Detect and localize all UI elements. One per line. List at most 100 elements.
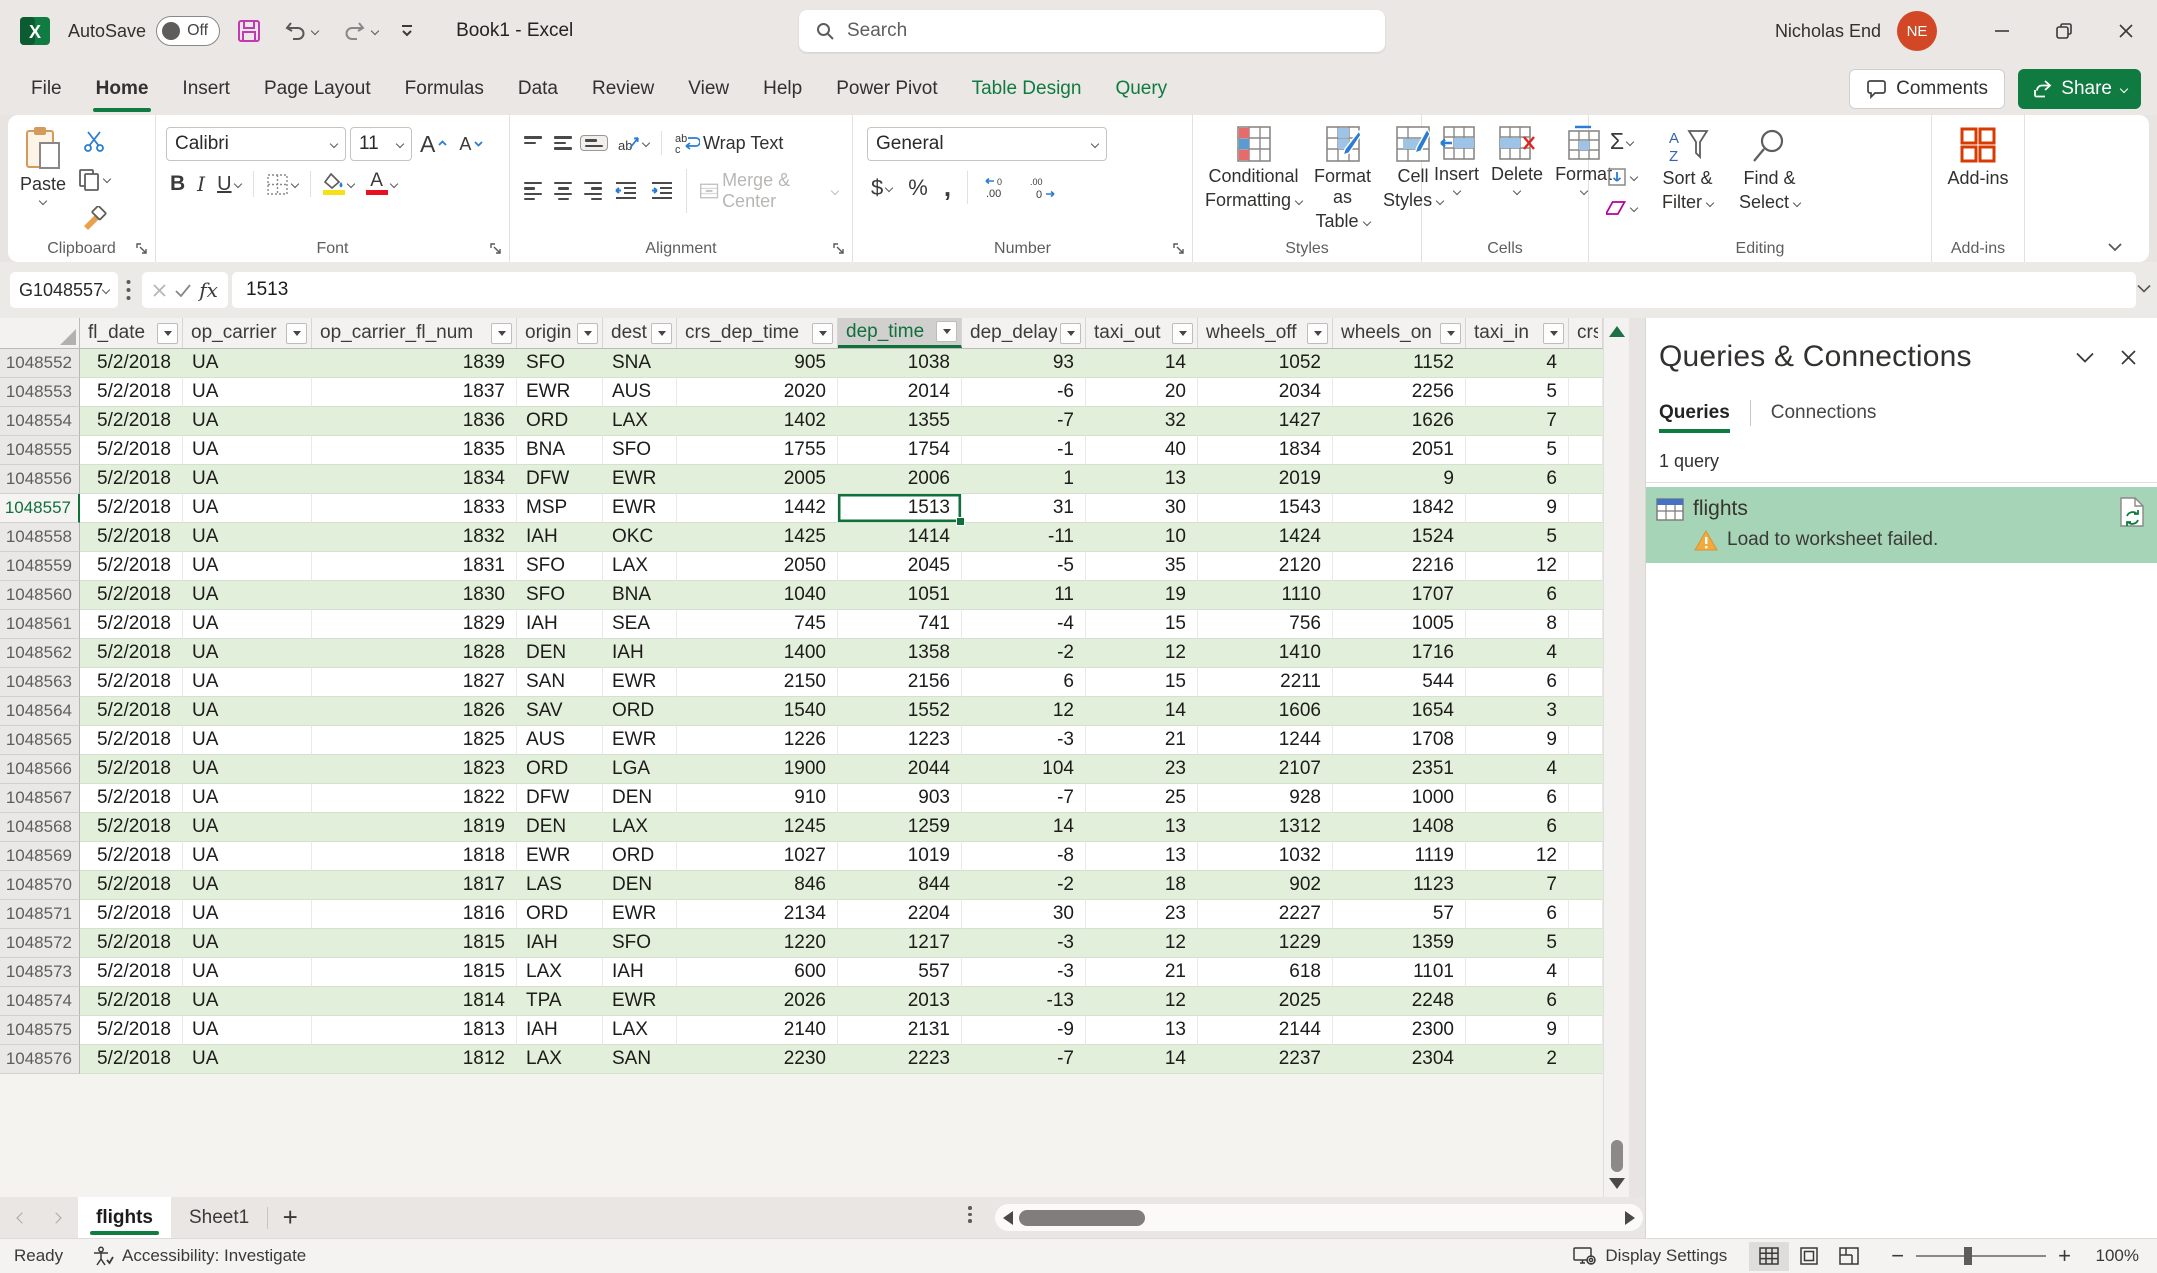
paste-button[interactable]: Paste xyxy=(14,123,72,236)
row-header-1048564[interactable]: 1048564 xyxy=(0,697,80,726)
cell-op_carrier-1048558[interactable]: UA xyxy=(183,523,312,552)
cell-origin-1048563[interactable]: SAN xyxy=(517,668,603,697)
select-all-corner[interactable] xyxy=(0,318,80,348)
italic-button[interactable]: I xyxy=(193,169,209,199)
cell-dest-1048562[interactable]: IAH xyxy=(603,639,677,668)
cell-crs_-1048569[interactable] xyxy=(1569,842,1603,871)
filter-button-origin[interactable] xyxy=(577,323,598,344)
cell-origin-1048573[interactable]: LAX xyxy=(517,958,603,987)
cell-taxi_out-1048570[interactable]: 18 xyxy=(1086,871,1198,900)
cell-crs_dep_time-1048562[interactable]: 1400 xyxy=(677,639,838,668)
cell-crs_dep_time-1048574[interactable]: 2026 xyxy=(677,987,838,1016)
cell-dep_delay-1048567[interactable]: -7 xyxy=(962,784,1086,813)
column-header-taxi_out[interactable]: taxi_out xyxy=(1086,318,1198,348)
cell-taxi_in-1048564[interactable]: 3 xyxy=(1466,697,1569,726)
bottom-align-button[interactable] xyxy=(580,135,608,151)
column-header-op_carrier_fl_num[interactable]: op_carrier_fl_num xyxy=(312,318,517,348)
undo-button[interactable] xyxy=(278,18,322,44)
cell-fl_date-1048572[interactable]: 5/2/2018 xyxy=(80,929,183,958)
increase-indent-button[interactable] xyxy=(646,178,678,204)
cell-dep_delay-1048576[interactable]: -7 xyxy=(962,1045,1086,1074)
sheet-tab-flights[interactable]: flights xyxy=(78,1197,171,1238)
cell-fl_date-1048564[interactable]: 5/2/2018 xyxy=(80,697,183,726)
font-color-button[interactable]: A xyxy=(362,170,401,198)
cell-dep_time-1048573[interactable]: 557 xyxy=(838,958,962,987)
orientation-dropdown-icon[interactable] xyxy=(642,139,650,147)
cell-dep_time-1048576[interactable]: 2223 xyxy=(838,1045,962,1074)
cell-op_carrier-1048560[interactable]: UA xyxy=(183,581,312,610)
cell-origin-1048564[interactable]: SAV xyxy=(517,697,603,726)
cell-op_carrier_fl_num-1048570[interactable]: 1817 xyxy=(312,871,517,900)
cell-crs_dep_time-1048567[interactable]: 910 xyxy=(677,784,838,813)
cell-wheels_off-1048554[interactable]: 1427 xyxy=(1198,407,1333,436)
cell-wheels_off-1048571[interactable]: 2227 xyxy=(1198,900,1333,929)
cell-dest-1048559[interactable]: LAX xyxy=(603,552,677,581)
cell-dep_delay-1048575[interactable]: -9 xyxy=(962,1016,1086,1045)
cell-taxi_in-1048555[interactable]: 5 xyxy=(1466,436,1569,465)
row-header-1048575[interactable]: 1048575 xyxy=(0,1016,80,1045)
cell-taxi_out-1048575[interactable]: 13 xyxy=(1086,1016,1198,1045)
cell-crs_-1048568[interactable] xyxy=(1569,813,1603,842)
cell-wheels_off-1048573[interactable]: 618 xyxy=(1198,958,1333,987)
cell-taxi_out-1048560[interactable]: 19 xyxy=(1086,581,1198,610)
cell-dest-1048553[interactable]: AUS xyxy=(603,378,677,407)
cell-wheels_on-1048570[interactable]: 1123 xyxy=(1333,871,1466,900)
next-sheet-icon[interactable] xyxy=(50,1212,61,1223)
cell-crs_dep_time-1048556[interactable]: 2005 xyxy=(677,465,838,494)
cell-fl_date-1048558[interactable]: 5/2/2018 xyxy=(80,523,183,552)
column-header-fl_date[interactable]: fl_date xyxy=(80,318,183,348)
column-header-dest[interactable]: dest xyxy=(603,318,677,348)
cell-op_carrier_fl_num-1048562[interactable]: 1828 xyxy=(312,639,517,668)
comma-style-button[interactable]: , xyxy=(940,169,955,206)
cell-dep_delay-1048555[interactable]: -1 xyxy=(962,436,1086,465)
cell-fl_date-1048566[interactable]: 5/2/2018 xyxy=(80,755,183,784)
cell-wheels_on-1048552[interactable]: 1152 xyxy=(1333,349,1466,378)
cell-fl_date-1048557[interactable]: 5/2/2018 xyxy=(80,494,183,523)
cell-taxi_out-1048569[interactable]: 13 xyxy=(1086,842,1198,871)
close-icon[interactable] xyxy=(2095,0,2157,62)
cell-wheels_on-1048560[interactable]: 1707 xyxy=(1333,581,1466,610)
cell-dep_time-1048571[interactable]: 2204 xyxy=(838,900,962,929)
quick-access-toolbar-menu[interactable] xyxy=(398,24,416,38)
cell-fl_date-1048562[interactable]: 5/2/2018 xyxy=(80,639,183,668)
cell-crs_dep_time-1048555[interactable]: 1755 xyxy=(677,436,838,465)
cell-wheels_off-1048558[interactable]: 1424 xyxy=(1198,523,1333,552)
cell-crs_-1048556[interactable] xyxy=(1569,465,1603,494)
name-box-dropdown-icon[interactable] xyxy=(102,286,110,294)
cell-dest-1048555[interactable]: SFO xyxy=(603,436,677,465)
cell-fl_date-1048552[interactable]: 5/2/2018 xyxy=(80,349,183,378)
cell-fl_date-1048567[interactable]: 5/2/2018 xyxy=(80,784,183,813)
cell-dep_delay-1048573[interactable]: -3 xyxy=(962,958,1086,987)
cell-wheels_off-1048553[interactable]: 2034 xyxy=(1198,378,1333,407)
cell-crs_dep_time-1048572[interactable]: 1220 xyxy=(677,929,838,958)
cell-dest-1048558[interactable]: OKC xyxy=(603,523,677,552)
filter-button-dep_time[interactable] xyxy=(936,321,957,342)
vertical-scrollbar[interactable] xyxy=(1603,318,1629,1197)
enter-icon[interactable] xyxy=(175,284,191,297)
cell-taxi_out-1048553[interactable]: 20 xyxy=(1086,378,1198,407)
cell-origin-1048552[interactable]: SFO xyxy=(517,349,603,378)
cell-dep_delay-1048553[interactable]: -6 xyxy=(962,378,1086,407)
row-header-1048554[interactable]: 1048554 xyxy=(0,407,80,436)
page-layout-view-button[interactable] xyxy=(1789,1242,1829,1271)
cell-taxi_out-1048568[interactable]: 13 xyxy=(1086,813,1198,842)
cell-origin-1048576[interactable]: LAX xyxy=(517,1045,603,1074)
cell-dep_delay-1048566[interactable]: 104 xyxy=(962,755,1086,784)
copy-button[interactable] xyxy=(72,164,115,194)
row-header-1048563[interactable]: 1048563 xyxy=(0,668,80,697)
column-header-crs_[interactable]: crs_ xyxy=(1569,318,1603,348)
zoom-in-button[interactable]: + xyxy=(2058,1243,2071,1269)
cell-wheels_off-1048572[interactable]: 1229 xyxy=(1198,929,1333,958)
cell-wheels_on-1048562[interactable]: 1716 xyxy=(1333,639,1466,668)
cell-wheels_on-1048557[interactable]: 1842 xyxy=(1333,494,1466,523)
format-painter-button[interactable] xyxy=(72,203,115,233)
cell-dep_delay-1048569[interactable]: -8 xyxy=(962,842,1086,871)
cell-dep_time-1048553[interactable]: 2014 xyxy=(838,378,962,407)
accounting-format-button[interactable]: $ xyxy=(867,172,896,204)
cell-wheels_on-1048575[interactable]: 2300 xyxy=(1333,1016,1466,1045)
wrap-text-button[interactable]: abc Wrap Text xyxy=(670,129,787,157)
cell-op_carrier-1048556[interactable]: UA xyxy=(183,465,312,494)
cell-wheels_on-1048573[interactable]: 1101 xyxy=(1333,958,1466,987)
cell-dep_time-1048556[interactable]: 2006 xyxy=(838,465,962,494)
cell-op_carrier-1048572[interactable]: UA xyxy=(183,929,312,958)
